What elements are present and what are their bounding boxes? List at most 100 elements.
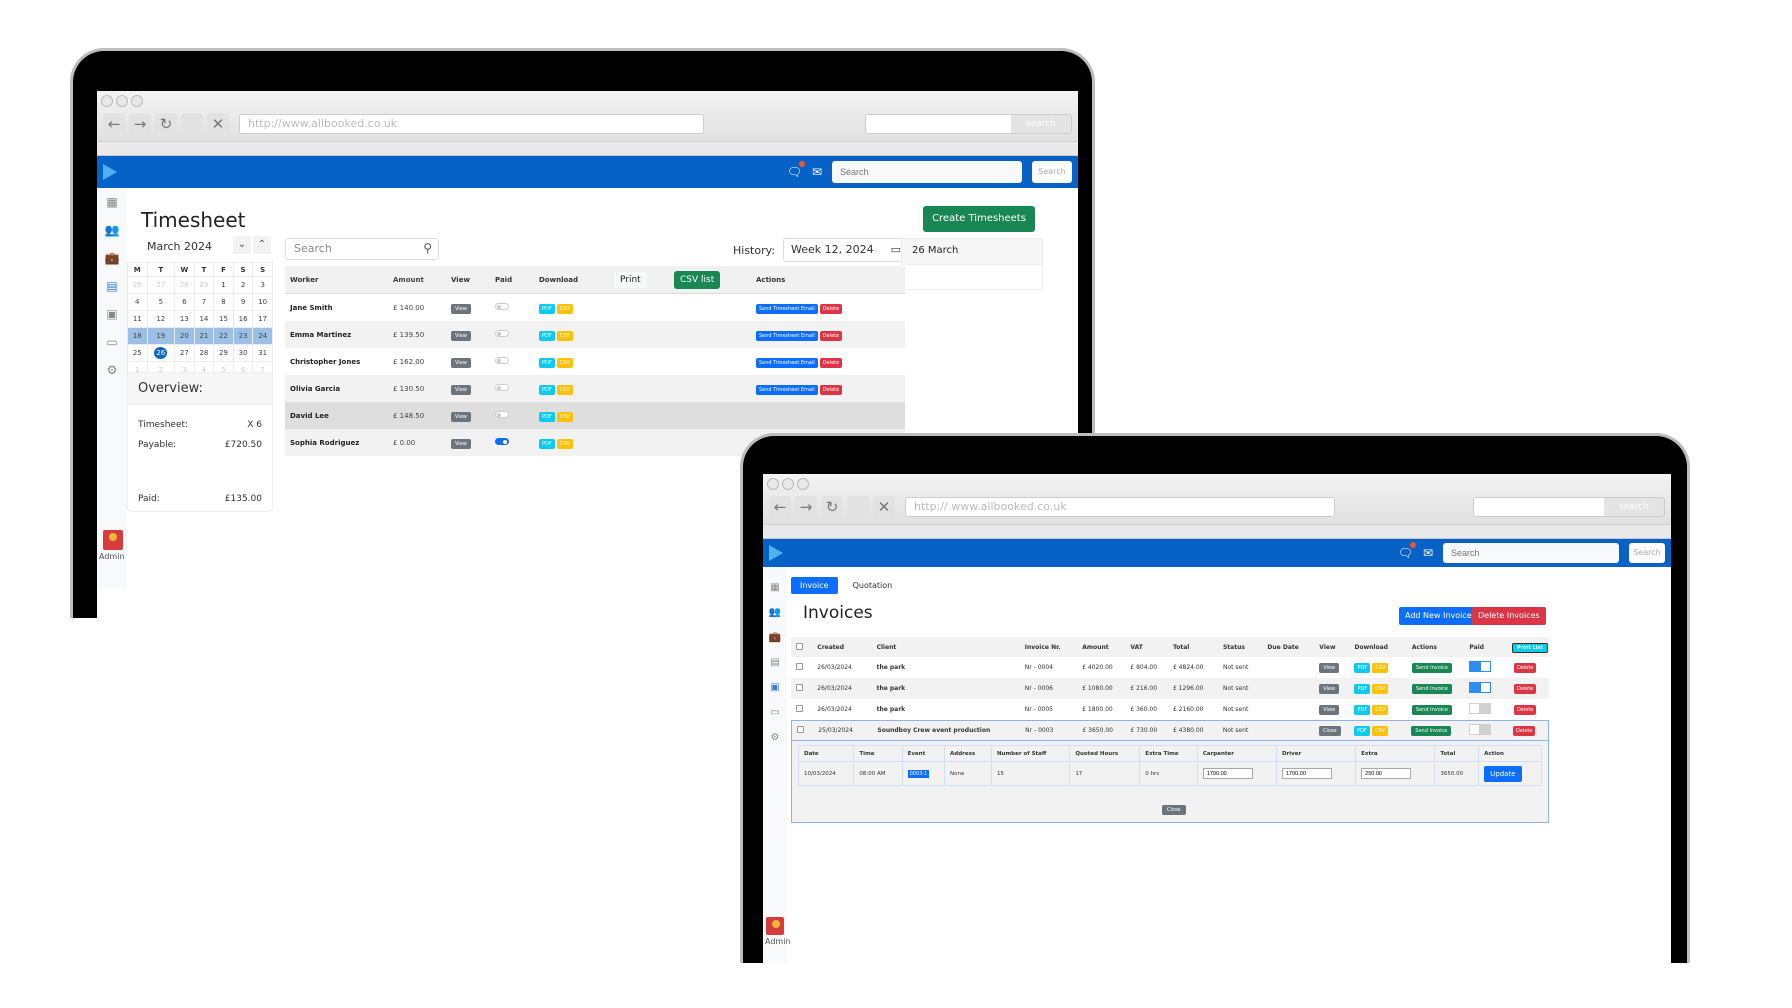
back-icon[interactable]: ←: [769, 496, 791, 518]
forward-icon[interactable]: →: [795, 496, 817, 518]
calendar-day[interactable]: 29: [193, 276, 215, 294]
calendar-day[interactable]: 22: [213, 327, 234, 345]
calendar-day[interactable]: 1: [213, 276, 234, 294]
calendar-day[interactable]: 11: [127, 310, 148, 328]
users-icon[interactable]: 👥: [97, 216, 127, 244]
csv-button[interactable]: CSV: [556, 384, 573, 395]
view-button[interactable]: View: [1319, 705, 1340, 715]
calendar-day[interactable]: 4: [127, 293, 148, 311]
back-icon[interactable]: ←: [103, 113, 125, 135]
money-icon[interactable]: ▣: [763, 675, 787, 700]
reload-icon[interactable]: ↻: [155, 113, 177, 135]
reload-icon[interactable]: ↻: [821, 496, 843, 518]
delete-button[interactable]: Delete: [1513, 726, 1536, 736]
pdf-button[interactable]: PDF: [539, 384, 555, 395]
paid-toggle[interactable]: [1468, 724, 1491, 735]
calendar-day[interactable]: 31: [252, 344, 273, 362]
view-button[interactable]: View: [451, 384, 471, 395]
settings-icon[interactable]: ⚙: [763, 725, 787, 750]
row-checkbox[interactable]: [796, 705, 803, 712]
paid-toggle[interactable]: [495, 411, 509, 418]
app-search-button[interactable]: Search: [1032, 161, 1072, 183]
send-timesheet-email-button[interactable]: Send Timesheet Email: [756, 384, 818, 395]
chevron-up-icon[interactable]: ⌃: [253, 236, 271, 254]
tab-invoice[interactable]: Invoice: [791, 577, 838, 594]
view-button[interactable]: View: [451, 330, 471, 341]
search-icon[interactable]: ⚲: [423, 241, 432, 255]
csv-button[interactable]: CSV: [556, 438, 573, 449]
calendar-day[interactable]: 15: [213, 310, 234, 328]
document-icon[interactable]: ▤: [763, 650, 787, 675]
pdf-button[interactable]: PDF: [1354, 684, 1371, 694]
maximize-dot[interactable]: [131, 95, 143, 107]
print-list-button[interactable]: Print List: [1511, 642, 1548, 653]
delete-button[interactable]: Delete: [1513, 705, 1537, 715]
calendar-day[interactable]: 9: [232, 293, 254, 311]
calendar-day[interactable]: 12: [146, 310, 176, 328]
send-invoice-button[interactable]: Send Invoice: [1411, 705, 1452, 715]
paid-toggle[interactable]: [495, 330, 509, 337]
chevron-down-icon[interactable]: ⌄: [233, 236, 251, 254]
calendar-day[interactable]: 3: [252, 276, 273, 294]
csv-button[interactable]: CSV: [556, 411, 573, 422]
close-detail-button[interactable]: Close: [1162, 805, 1186, 815]
stop-icon[interactable]: ✕: [207, 113, 229, 135]
row-checkbox[interactable]: [796, 663, 803, 670]
csv-button[interactable]: CSV: [556, 330, 573, 341]
pdf-button[interactable]: PDF: [1354, 663, 1371, 673]
delete-button[interactable]: Delete: [819, 303, 843, 314]
view-button[interactable]: View: [1319, 663, 1340, 673]
calendar-day[interactable]: 18: [127, 327, 148, 345]
calendar-day[interactable]: 28: [193, 344, 215, 362]
update-button[interactable]: Update: [1484, 765, 1522, 782]
paid-toggle[interactable]: [1469, 661, 1492, 672]
calendar-day[interactable]: 13: [174, 310, 195, 328]
view-button[interactable]: View: [451, 357, 471, 368]
calendar-day[interactable]: 8: [213, 293, 234, 311]
row-checkbox[interactable]: [796, 684, 803, 691]
chat-icon[interactable]: ▭: [763, 700, 787, 725]
view-button[interactable]: View: [451, 303, 471, 314]
carpenter-input[interactable]: [1202, 768, 1253, 779]
app-search-input[interactable]: [832, 161, 1022, 183]
extra-input[interactable]: [1361, 768, 1412, 779]
chat-notification-icon[interactable]: 🗨: [787, 161, 805, 179]
send-invoice-button[interactable]: Send Invoice: [1411, 663, 1452, 673]
calendar-day[interactable]: 14: [193, 310, 215, 328]
delete-button[interactable]: Delete: [819, 357, 843, 368]
view-button[interactable]: View: [1319, 684, 1340, 694]
briefcase-icon[interactable]: 💼: [763, 625, 787, 650]
paid-toggle[interactable]: [495, 438, 509, 445]
paid-toggle[interactable]: [1469, 682, 1492, 693]
calendar-day[interactable]: 29: [213, 344, 234, 362]
browser-search-input[interactable]: [866, 115, 1011, 133]
send-invoice-button[interactable]: Send Invoice: [1411, 726, 1452, 736]
delete-button[interactable]: Delete: [1513, 684, 1537, 694]
logo-icon[interactable]: [103, 164, 117, 180]
pdf-button[interactable]: PDF: [539, 303, 555, 314]
calendar-day[interactable]: 21: [193, 327, 215, 345]
url-bar[interactable]: http:// www.allbooked.co.uk: [905, 497, 1335, 517]
delete-button[interactable]: Delete: [819, 330, 843, 341]
home-icon[interactable]: [181, 113, 203, 135]
pdf-button[interactable]: PDF: [1354, 726, 1370, 736]
select-all-checkbox[interactable]: [796, 642, 803, 650]
delete-button[interactable]: Delete: [819, 384, 843, 395]
csv-list-button[interactable]: CSV list: [674, 270, 721, 289]
csv-button[interactable]: CSV: [1372, 705, 1389, 715]
home-icon[interactable]: [847, 496, 869, 518]
detail-event-link[interactable]: 0003-1: [907, 769, 930, 778]
maximize-dot[interactable]: [797, 478, 809, 490]
pdf-button[interactable]: PDF: [1354, 705, 1371, 715]
calendar-day[interactable]: 2: [232, 276, 254, 294]
calendar-day[interactable]: 16: [232, 310, 254, 328]
calendar-day[interactable]: 5: [146, 293, 176, 311]
csv-button[interactable]: CSV: [1371, 726, 1388, 736]
chat-icon[interactable]: ▭: [97, 328, 127, 356]
browser-search[interactable]: search: [1473, 497, 1665, 517]
app-search-button[interactable]: Search: [1629, 543, 1665, 563]
csv-button[interactable]: CSV: [1372, 663, 1389, 673]
paid-toggle[interactable]: [495, 357, 509, 364]
delete-button[interactable]: Delete: [1513, 663, 1537, 673]
send-invoice-button[interactable]: Send Invoice: [1411, 684, 1452, 694]
